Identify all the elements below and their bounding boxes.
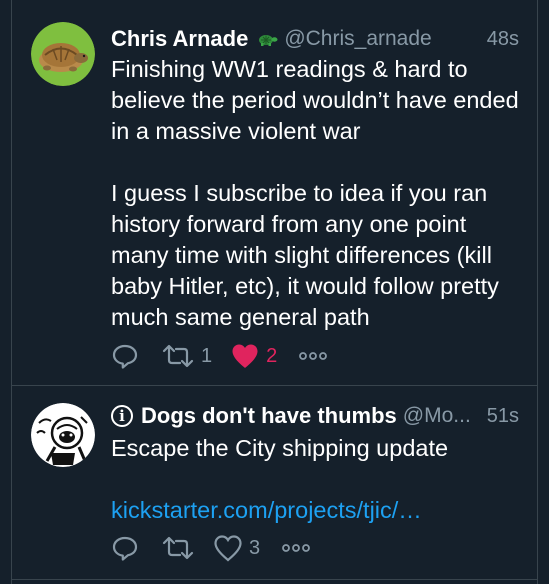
tweet-header: Chris Arnade @Chris_arnade 48s <box>111 25 519 53</box>
tweet-paragraph: Escape the City shipping update <box>111 435 449 461</box>
like-count: 3 <box>249 536 261 559</box>
retweet-button[interactable] <box>161 534 195 562</box>
reply-icon <box>112 536 138 561</box>
display-name[interactable]: Chris Arnade <box>111 26 248 52</box>
tweet-text: Finishing WW1 readings & hard to believe… <box>111 54 523 333</box>
more-dots-icon <box>299 352 328 360</box>
tweet-actions: 3 <box>111 532 328 564</box>
reply-icon <box>112 344 138 369</box>
more-dots-icon <box>282 544 311 552</box>
timestamp[interactable]: 51s <box>487 405 519 428</box>
timeline: Chris Arnade @Chris_arnade 48s Finishing… <box>11 0 538 584</box>
avatar[interactable] <box>31 403 95 467</box>
tweet-header: i Dogs don't have thumbs @Mo... 51s <box>111 402 519 430</box>
retweet-icon <box>162 536 194 560</box>
reply-button[interactable] <box>111 534 139 562</box>
tweet-paragraph: Finishing WW1 readings & hard to believe… <box>111 56 519 144</box>
retweet-count: 1 <box>201 344 213 367</box>
tweet-paragraph: I guess I subscribe to idea if you ran h… <box>111 180 499 330</box>
like-button[interactable]: 2 <box>230 342 277 370</box>
heart-filled-icon <box>232 344 258 368</box>
user-handle[interactable]: @Mo... <box>403 404 471 428</box>
timestamp[interactable]: 48s <box>487 28 519 51</box>
retweet-button[interactable]: 1 <box>161 342 212 370</box>
like-count: 2 <box>266 344 278 367</box>
turtle-avatar-image <box>31 22 95 86</box>
more-button[interactable] <box>299 351 328 361</box>
like-button[interactable]: 3 <box>213 534 260 562</box>
user-handle[interactable]: @Chris_arnade <box>284 27 431 51</box>
tweet-text: Escape the City shipping update kickstar… <box>111 433 523 526</box>
reply-button[interactable] <box>111 342 139 370</box>
turtle-icon <box>256 32 278 46</box>
heart-outline-icon <box>214 535 242 562</box>
info-icon: i <box>111 405 133 427</box>
tweet[interactable]: i Dogs don't have thumbs @Mo... 51s Esca… <box>12 387 537 580</box>
tweet-actions: 1 2 <box>111 340 345 372</box>
retweet-icon <box>162 344 194 368</box>
more-button[interactable] <box>282 543 311 553</box>
dog-avatar-image <box>31 403 95 467</box>
tweet-link[interactable]: kickstarter.com/projects/tjic/… <box>111 495 523 526</box>
tweet[interactable]: Chris Arnade @Chris_arnade 48s Finishing… <box>12 0 537 386</box>
display-name[interactable]: Dogs don't have thumbs <box>141 403 397 429</box>
avatar[interactable] <box>31 22 95 86</box>
